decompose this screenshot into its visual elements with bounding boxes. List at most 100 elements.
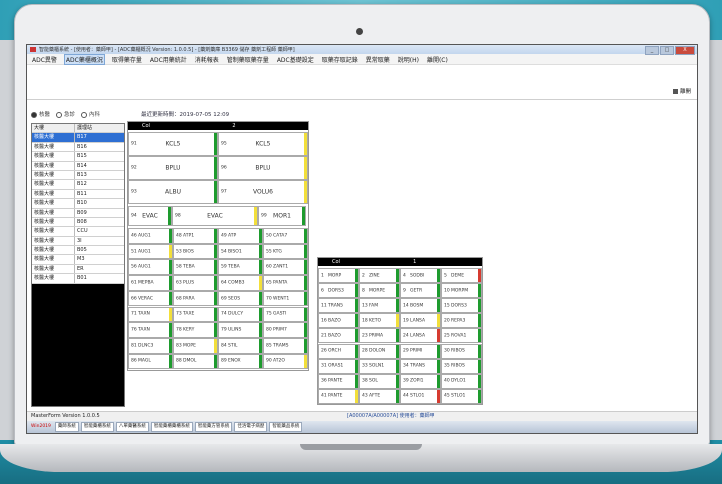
drug-slot[interactable]: 6 DORS3 — [318, 283, 359, 299]
drug-slot[interactable]: 34 TRANS — [400, 358, 441, 374]
drug-slot[interactable]: 60 ZANT1 — [263, 259, 308, 276]
drug-slot[interactable]: 41 PANTE — [318, 388, 359, 404]
menu-item[interactable]: 管制藥取藥存量 — [226, 55, 270, 64]
menu-item[interactable]: 異常取藥 — [365, 55, 391, 64]
list-item[interactable]: 核醫大樓 B16 — [32, 142, 124, 153]
list-item[interactable]: 核醫大樓 B10 — [32, 199, 124, 209]
drug-slot[interactable]: 31 ORAS1 — [318, 358, 359, 374]
menu-item[interactable]: ADC用藥統計 — [149, 55, 188, 64]
taskbar-item[interactable]: 智能藥櫃系統 — [80, 422, 114, 432]
drug-slot[interactable]: 40 DYLO1 — [441, 373, 482, 389]
maximize-button[interactable]: □ — [660, 46, 674, 55]
drug-slot[interactable]: 54 BISO1 — [218, 243, 263, 260]
drug-slot[interactable]: 30 RIBOS — [441, 343, 482, 359]
drug-slot[interactable]: 23 PRIMA — [359, 328, 400, 344]
close-button[interactable]: X — [675, 46, 695, 55]
drug-slot[interactable]: 49 ATP — [218, 228, 263, 244]
drug-slot[interactable]: 14 BOSM — [400, 298, 441, 314]
drug-slot[interactable]: 20 REPA3 — [441, 313, 482, 329]
drug-slot[interactable]: 50 CATA7 — [263, 228, 308, 244]
drug-slot[interactable]: 70 WENT1 — [263, 290, 308, 307]
drug-slot[interactable]: 21 BAZO — [318, 328, 359, 344]
drug-slot[interactable]: 74 DULCY — [218, 306, 263, 323]
drug-slot[interactable]: 46 AUG1 — [128, 228, 173, 244]
list-item[interactable]: 核醫大樓 B01 — [32, 274, 124, 284]
drug-slot[interactable]: 11 TRAN5 — [318, 298, 359, 314]
drug-slot[interactable]: 88 DMOL — [173, 353, 218, 370]
drug-slot[interactable]: 13 FAM — [359, 298, 400, 314]
list-item[interactable]: 核醫大樓 B08 — [32, 217, 124, 228]
drug-slot[interactable]: 33 SOLN1 — [359, 358, 400, 374]
drug-slot[interactable]: 83 MOPE — [173, 337, 218, 354]
building-radio[interactable]: 內科 — [81, 110, 100, 118]
drug-slot[interactable]: 28 DOLON — [359, 343, 400, 359]
drug-slot[interactable]: 26 ORCH — [318, 343, 359, 359]
drug-slot[interactable]: 53 BIOS — [173, 243, 218, 260]
drug-slot[interactable]: 45 STLO1 — [441, 388, 482, 404]
taskbar-item[interactable]: 智能藥品系統 — [269, 422, 303, 432]
drug-slot[interactable]: 92 BPLU — [128, 156, 218, 180]
list-item[interactable]: 核醫大樓 B15 — [32, 152, 124, 162]
drug-slot[interactable]: 71 TAXN — [128, 306, 173, 323]
drug-slot[interactable]: 10 MORPM — [441, 283, 482, 299]
list-item[interactable]: 核醫大樓 CCU — [32, 227, 124, 237]
drug-slot[interactable]: 8 MORPE — [359, 283, 400, 299]
drug-slot[interactable]: 48 ATP1 — [173, 228, 218, 244]
list-item[interactable]: 核醫大樓 B17 — [32, 133, 124, 143]
drug-slot[interactable]: 96 BPLU — [218, 156, 308, 180]
list-item[interactable]: 核醫大樓 B11 — [32, 189, 124, 200]
drug-slot[interactable]: 1 MORP — [318, 268, 359, 284]
menu-item[interactable]: ADC藥櫃概況 — [63, 53, 105, 65]
drug-slot[interactable]: 35 RIBOS — [441, 358, 482, 374]
drug-slot[interactable]: 81 DLNC3 — [128, 337, 173, 354]
drug-slot[interactable]: 36 PANTE — [318, 373, 359, 389]
station-list[interactable]: 大樓 護理站 核醫大樓 B17 核醫大樓 B16 核醫大樓 B15 核醫大樓 B14 核醫大樓 B13… — [31, 123, 125, 407]
menu-item[interactable]: 取藥存取記錄 — [321, 55, 359, 64]
list-item[interactable]: 核醫大樓 B09 — [32, 208, 124, 218]
drug-slot[interactable]: 4 SODBI — [400, 268, 441, 284]
drug-slot[interactable]: 89 ENOX — [218, 353, 263, 370]
menu-item[interactable]: ADC異警 — [31, 55, 58, 64]
list-item[interactable]: 核醫大樓 3I — [32, 236, 124, 247]
drug-slot[interactable]: 43 AFTE — [359, 388, 400, 404]
drug-slot[interactable]: 51 AUG1 — [128, 243, 173, 260]
drug-slot[interactable]: 91 KCL5 — [128, 132, 218, 156]
list-item[interactable]: 核醫大樓 B14 — [32, 161, 124, 171]
menu-item[interactable]: 消耗報表 — [194, 55, 220, 64]
drug-slot[interactable]: 9 GETR — [400, 283, 441, 299]
menu-item[interactable]: 離開(C) — [426, 55, 449, 64]
drug-slot[interactable]: 64 COMB3 — [218, 275, 263, 291]
drug-slot[interactable]: 56 AUG1 — [128, 259, 173, 276]
drug-slot[interactable]: 39 ZOPI1 — [400, 373, 441, 389]
drug-slot[interactable]: 25 ROVA1 — [441, 328, 482, 344]
drug-slot[interactable]: 38 SOL — [359, 373, 400, 389]
drug-slot[interactable]: 80 PRIM7 — [263, 322, 308, 338]
drug-slot[interactable]: 29 PRIMI — [400, 343, 441, 359]
drug-slot[interactable]: 44 STLO1 — [400, 388, 441, 404]
drug-slot[interactable]: 58 TEBA — [173, 259, 218, 276]
drug-slot[interactable]: 55 KTG — [263, 243, 308, 260]
menu-item[interactable]: 說明(H) — [397, 55, 420, 64]
drug-slot[interactable]: 85 TRAMS — [263, 337, 308, 354]
drug-slot[interactable]: 75 GASTI — [263, 306, 308, 323]
drug-slot[interactable]: 95 KCL5 — [218, 132, 308, 156]
taskbar-item[interactable]: Win2019 — [29, 423, 53, 431]
drug-slot[interactable]: 73 TAXE — [173, 306, 218, 323]
taskbar-item[interactable]: 佳洛電子病歷 — [234, 422, 268, 432]
drug-slot[interactable]: 19 LANSA — [400, 313, 441, 329]
list-item[interactable]: 核醫大樓 B05 — [32, 246, 124, 256]
list-item[interactable]: 核醫大樓 M3 — [32, 255, 124, 265]
taskbar-item[interactable]: 智能藥櫃藥櫃系統 — [150, 422, 193, 432]
drug-slot[interactable]: 97 VOLU6 — [218, 180, 308, 204]
drug-slot[interactable]: 99 MOR1 — [258, 206, 306, 226]
drug-slot[interactable]: 69 SEOS — [218, 290, 263, 307]
drug-slot[interactable]: 5 DEME — [441, 268, 482, 284]
drug-slot[interactable]: 63 PLUS — [173, 275, 218, 291]
list-item[interactable]: 核醫大樓 ER — [32, 264, 124, 275]
drug-slot[interactable]: 59 TEBA — [218, 259, 263, 276]
building-radio[interactable]: 急診 — [56, 110, 75, 118]
drug-slot[interactable]: 2 ZINE — [359, 268, 400, 284]
drug-slot[interactable]: 61 MEPBA — [128, 275, 173, 291]
building-radio[interactable]: 核醫 — [31, 110, 50, 118]
list-item[interactable]: 核醫大樓 B12 — [32, 180, 124, 190]
